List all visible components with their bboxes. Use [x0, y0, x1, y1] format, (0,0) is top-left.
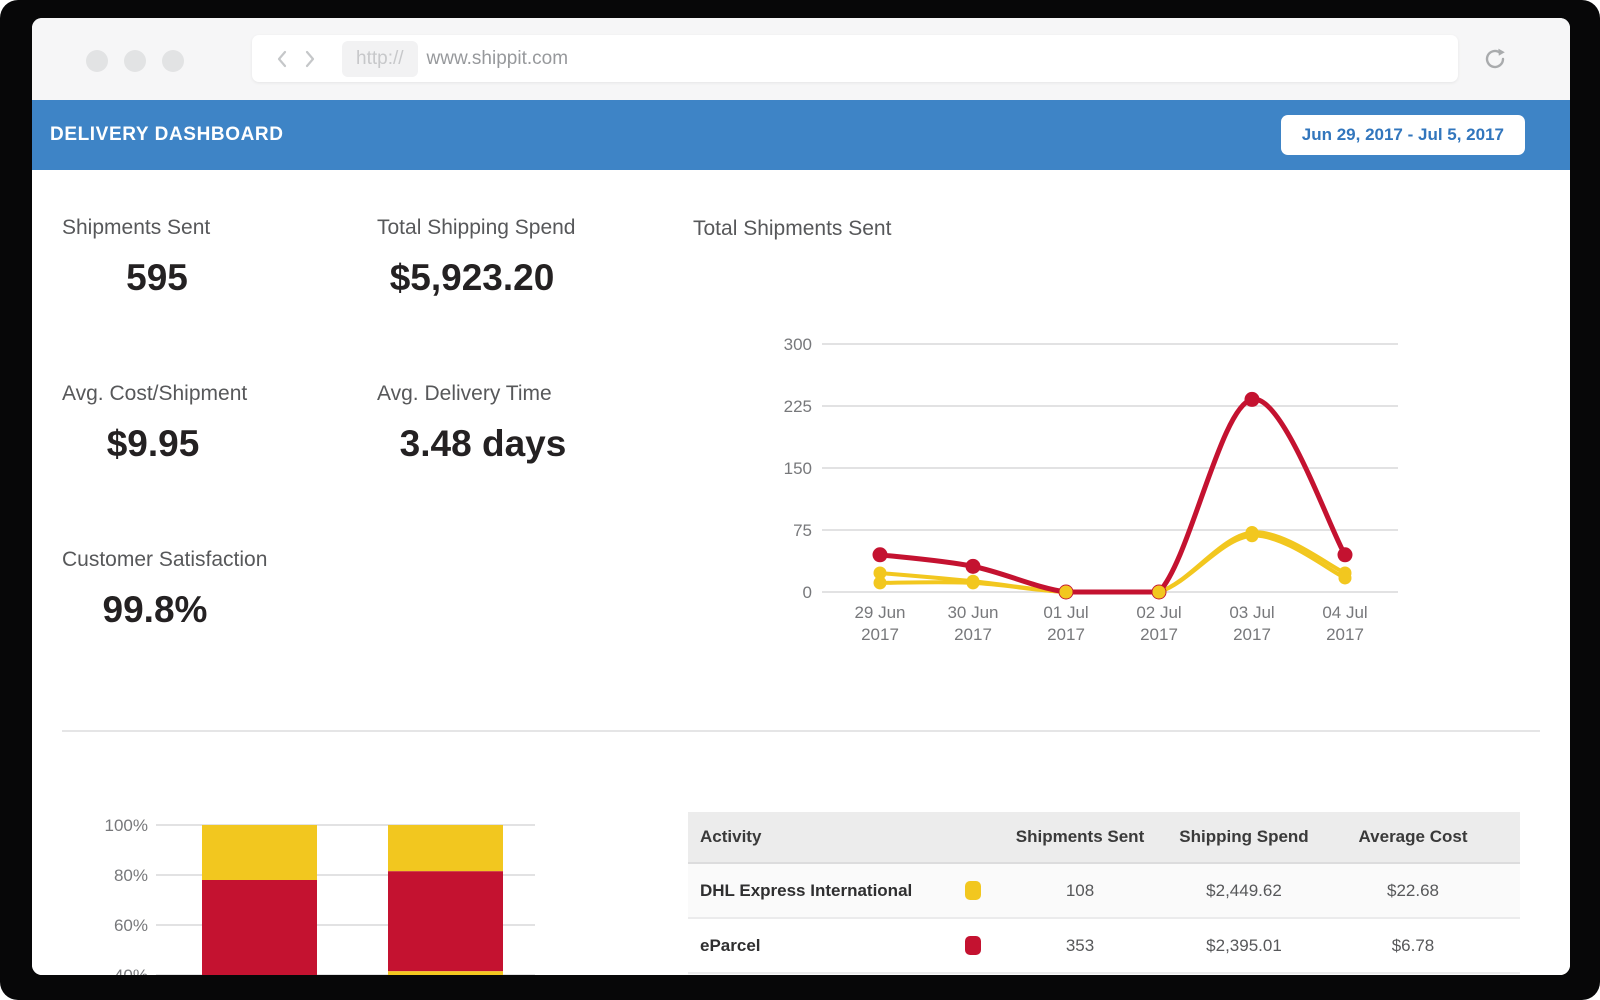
table-row: DHL Express International 108$2,449.62$22…	[688, 864, 1520, 919]
back-icon[interactable]	[276, 50, 288, 68]
data-point	[966, 559, 981, 574]
line-chart-title: Total Shipments Sent	[693, 217, 891, 241]
forward-icon[interactable]	[304, 50, 316, 68]
stat-avg-cost-shipment: Avg. Cost/Shipment $9.95	[62, 382, 244, 465]
col-header-shipments-sent: Shipments Sent	[1000, 827, 1160, 847]
section-divider	[62, 730, 1540, 732]
y-tick-label: 225	[784, 397, 812, 416]
table-row: eParcel 353$2,395.01$6.78	[688, 919, 1520, 974]
data-point	[1245, 392, 1260, 407]
x-tick-label: 2017	[861, 625, 899, 644]
stacked-bar-chart: 100% 80% 60% 40%	[90, 780, 550, 975]
stat-label: Total Shipping Spend	[377, 216, 567, 240]
data-point	[1338, 547, 1353, 562]
series-line	[880, 399, 1345, 592]
y-tick-label: 60%	[114, 916, 148, 935]
stat-avg-delivery-time: Avg. Delivery Time 3.48 days	[377, 382, 589, 465]
y-tick-label: 150	[784, 459, 812, 478]
browser-window: http:// www.shippit.com DELIVERY DASHBOA…	[32, 18, 1570, 975]
cell-shipping-spend: $2,449.62	[1160, 881, 1328, 901]
cell-shipping-spend: $2,395.01	[1160, 936, 1328, 956]
bar-segment	[202, 880, 317, 975]
date-range-button[interactable]: Jun 29, 2017 - Jul 5, 2017	[1281, 115, 1525, 155]
bar-segment	[388, 825, 503, 871]
window-controls	[86, 50, 184, 72]
page-title: DELIVERY DASHBOARD	[50, 124, 284, 146]
data-point	[1060, 586, 1073, 599]
col-header-activity: Activity	[688, 827, 945, 847]
device-frame: http:// www.shippit.com DELIVERY DASHBOA…	[0, 0, 1600, 1000]
bar-segment	[388, 971, 503, 975]
data-point	[874, 576, 887, 589]
screenshot-canvas: http:// www.shippit.com DELIVERY DASHBOA…	[0, 0, 1600, 1000]
stat-customer-satisfaction: Customer Satisfaction 99.8%	[62, 548, 248, 631]
stat-value: $9.95	[62, 423, 244, 465]
cell-shipments-sent: 353	[1000, 936, 1160, 956]
cell-activity: DHL Express International	[688, 881, 945, 901]
url-scheme: http://	[342, 41, 418, 77]
x-tick-label: 2017	[1233, 625, 1271, 644]
cell-swatch	[945, 936, 1000, 955]
activity-table-header: Activity Shipments Sent Shipping Spend A…	[688, 812, 1520, 864]
stat-value: $5,923.20	[377, 257, 567, 299]
x-tick-label: 29 Jun	[854, 603, 905, 622]
cell-swatch	[945, 881, 1000, 900]
stat-label: Avg. Delivery Time	[377, 382, 589, 406]
data-point	[1153, 586, 1166, 599]
refresh-icon[interactable]	[1482, 46, 1508, 72]
cell-average-cost: $22.68	[1328, 881, 1498, 901]
cell-average-cost: $6.78	[1328, 936, 1498, 956]
x-tick-label: 01 Jul	[1043, 603, 1088, 622]
data-point	[1339, 571, 1352, 584]
x-tick-label: 02 Jul	[1136, 603, 1181, 622]
line-chart: 0 75 150 225 300 29 Jun 2017 30 Jun 2017 01 Jul 20…	[780, 320, 1420, 650]
y-tick-label: 75	[793, 521, 812, 540]
y-tick-label: 100%	[105, 816, 148, 835]
y-tick-label: 80%	[114, 866, 148, 885]
bar-segment	[388, 871, 503, 971]
table-row-partial	[688, 974, 1520, 975]
dashboard-content: Shipments Sent 595 Total Shipping Spend …	[32, 170, 1570, 975]
x-tick-label: 03 Jul	[1229, 603, 1274, 622]
x-tick-label: 2017	[1326, 625, 1364, 644]
x-tick-label: 2017	[954, 625, 992, 644]
nav-arrows	[276, 50, 316, 68]
stat-label: Customer Satisfaction	[62, 548, 248, 572]
bar-segment	[202, 825, 317, 880]
url-text: www.shippit.com	[427, 48, 569, 70]
col-header-shipping-spend: Shipping Spend	[1160, 827, 1328, 847]
y-tick-label: 300	[784, 335, 812, 354]
x-tick-label: 2017	[1140, 625, 1178, 644]
window-button-icon[interactable]	[86, 50, 108, 72]
url-bar[interactable]: http:// www.shippit.com	[252, 35, 1458, 82]
x-tick-label: 30 Jun	[947, 603, 998, 622]
data-point	[967, 576, 980, 589]
data-point	[1246, 529, 1259, 542]
window-button-icon[interactable]	[162, 50, 184, 72]
stat-shipments-sent: Shipments Sent 595	[62, 216, 252, 299]
data-point	[873, 547, 888, 562]
stat-label: Avg. Cost/Shipment	[62, 382, 244, 406]
activity-table: Activity Shipments Sent Shipping Spend A…	[688, 812, 1520, 975]
stat-value: 99.8%	[62, 589, 248, 631]
stat-value: 3.48 days	[377, 423, 589, 465]
app-header: DELIVERY DASHBOARD Jun 29, 2017 - Jul 5,…	[32, 100, 1570, 170]
cell-activity: eParcel	[688, 936, 945, 956]
stat-value: 595	[62, 257, 252, 299]
y-tick-label: 40%	[114, 966, 148, 975]
legend-swatch-icon	[965, 881, 981, 900]
browser-chrome: http:// www.shippit.com	[32, 18, 1570, 100]
x-tick-label: 2017	[1047, 625, 1085, 644]
window-button-icon[interactable]	[124, 50, 146, 72]
stat-label: Shipments Sent	[62, 216, 252, 240]
stat-total-shipping-spend: Total Shipping Spend $5,923.20	[377, 216, 567, 299]
activity-table-body: DHL Express International 108$2,449.62$22…	[688, 864, 1520, 974]
col-header-average-cost: Average Cost	[1328, 827, 1498, 847]
cell-shipments-sent: 108	[1000, 881, 1160, 901]
y-tick-label: 0	[803, 583, 812, 602]
x-tick-label: 04 Jul	[1322, 603, 1367, 622]
legend-swatch-icon	[965, 936, 981, 955]
